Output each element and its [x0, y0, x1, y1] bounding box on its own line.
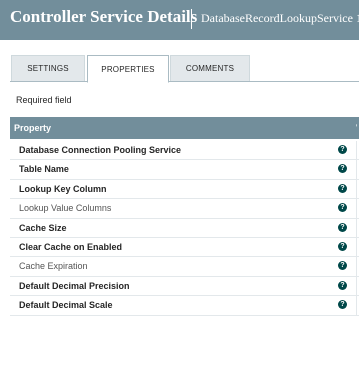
property-name: Lookup Key Column — [19, 183, 107, 194]
tab-settings[interactable]: SETTINGS — [11, 55, 85, 81]
dialog-title: Controller Service Details — [10, 7, 198, 26]
required-field-note: Required field — [16, 95, 72, 105]
table-row[interactable]: Clear Cache on Enabled? — [10, 237, 359, 258]
table-row[interactable]: Table Name? — [10, 160, 359, 180]
table-row[interactable]: Database Connection Pooling Service? — [10, 141, 359, 161]
property-name: Default Decimal Precision — [19, 280, 130, 291]
table-row[interactable]: Default Decimal Precision? — [10, 276, 359, 297]
title-separator — [191, 9, 192, 29]
question-circle-icon[interactable]: ? — [338, 222, 347, 232]
column-header-value[interactable]: V — [356, 123, 357, 135]
properties-table-body: Database Connection Pooling Service? Tabl… — [10, 141, 359, 316]
property-name: Lookup Value Columns — [19, 203, 112, 214]
properties-table-header: Property V — [10, 117, 359, 139]
value-column-divider — [356, 296, 357, 316]
question-circle-icon[interactable]: ? — [338, 300, 347, 310]
value-column-divider — [356, 199, 357, 219]
tabs-divider — [10, 81, 359, 82]
question-circle-icon[interactable]: ? — [338, 203, 347, 213]
tab-comments[interactable]: COMMENTS — [170, 55, 250, 81]
dialog-header: Controller Service Details DatabaseRecor… — [0, 0, 359, 40]
question-circle-icon[interactable]: ? — [338, 261, 347, 271]
value-column-divider — [356, 179, 357, 199]
tab-properties[interactable]: PROPERTIES — [87, 55, 169, 83]
dialog-subtitle: DatabaseRecordLookupService 1.16 — [201, 11, 359, 25]
property-name: Cache Expiration — [19, 261, 88, 272]
table-row[interactable]: Cache Expiration? — [10, 257, 359, 277]
question-circle-icon[interactable]: ? — [338, 241, 347, 251]
table-row[interactable]: Lookup Key Column? — [10, 179, 359, 200]
property-name: Default Decimal Scale — [19, 300, 113, 311]
question-circle-icon[interactable]: ? — [338, 164, 347, 174]
value-column-divider — [356, 141, 357, 160]
table-row[interactable]: Default Decimal Scale? — [10, 296, 359, 316]
value-column-divider — [356, 257, 357, 277]
value-column-divider — [356, 160, 357, 180]
property-name: Clear Cache on Enabled — [19, 241, 123, 252]
column-header-property[interactable]: Property — [14, 123, 51, 133]
property-name: Database Connection Pooling Service — [19, 145, 182, 155]
value-column-divider — [356, 237, 357, 257]
question-circle-icon[interactable]: ? — [338, 145, 347, 154]
table-row[interactable]: Cache Size? — [10, 218, 359, 238]
value-column-divider — [356, 276, 357, 296]
property-name: Cache Size — [19, 222, 67, 233]
question-circle-icon[interactable]: ? — [338, 183, 347, 193]
value-column-divider — [356, 218, 357, 238]
property-name: Table Name — [19, 164, 69, 175]
table-row[interactable]: Lookup Value Columns? — [10, 199, 359, 219]
question-circle-icon[interactable]: ? — [338, 280, 347, 290]
